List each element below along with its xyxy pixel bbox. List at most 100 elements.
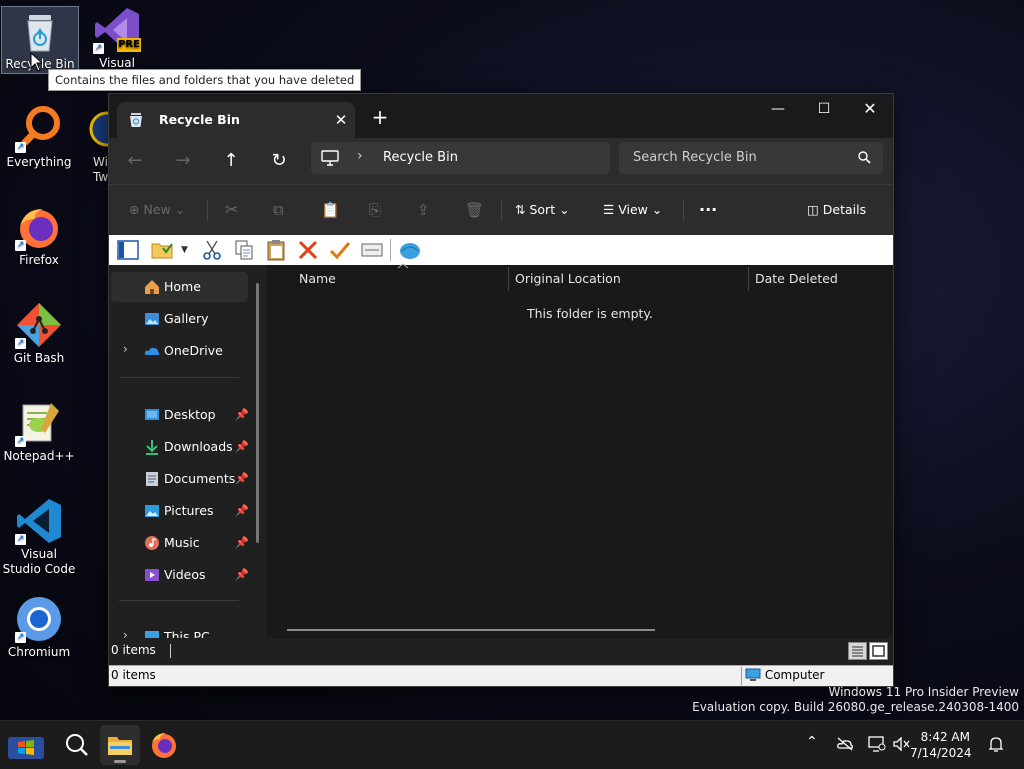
refresh-button[interactable]: ↻ xyxy=(263,146,295,176)
folder-check-icon[interactable] xyxy=(151,239,173,261)
onedrive-offline-icon[interactable] xyxy=(836,737,854,751)
address-bar[interactable]: › Recycle Bin xyxy=(311,142,610,174)
classic-toolbar: ▼ xyxy=(109,235,893,265)
rename-button[interactable]: ⎘ xyxy=(369,200,381,220)
network-icon[interactable] xyxy=(868,736,886,752)
sidebar-item-pictures[interactable]: Pictures 📌 xyxy=(111,496,249,526)
desktop-icon-notepad-plus-plus[interactable]: ↗ Notepad++ xyxy=(1,399,77,464)
classic-item-count: 0 items xyxy=(111,668,156,682)
file-list: Name Original Location Date Deleted This… xyxy=(267,263,893,663)
up-button[interactable]: ↑ xyxy=(215,146,247,176)
tab-title: Recycle Bin xyxy=(159,112,240,127)
dropdown-arrow-icon[interactable]: ▼ xyxy=(181,239,203,261)
more-options-button[interactable]: ··· xyxy=(699,200,717,220)
cut-button[interactable]: ✂ xyxy=(225,200,238,220)
pin-icon[interactable]: 📌 xyxy=(235,568,249,581)
gallery-icon xyxy=(145,313,159,325)
sidebar-item-label: Pictures xyxy=(164,503,214,518)
desktop-icon-label: Everything xyxy=(6,155,72,169)
scissors-icon[interactable] xyxy=(201,239,223,261)
search-taskbar-button[interactable] xyxy=(56,725,96,765)
sidebar-item-gallery[interactable]: Gallery xyxy=(111,304,248,334)
watermark-line: Evaluation copy. Build 26080.ge_release.… xyxy=(692,700,1019,714)
sort-button[interactable]: ⇅ Sort ⌄ xyxy=(515,200,570,220)
address-location[interactable]: Recycle Bin xyxy=(383,150,458,165)
sidebar-item-desktop[interactable]: Desktop 📌 xyxy=(111,400,249,430)
search-input[interactable]: Search Recycle Bin xyxy=(633,150,757,165)
videos-icon xyxy=(145,569,159,581)
copy-icon[interactable] xyxy=(233,239,255,261)
sidebar-item-downloads[interactable]: Downloads 📌 xyxy=(111,432,249,462)
title-bar[interactable]: Recycle Bin ✕ + — ☐ ✕ xyxy=(109,94,893,138)
notification-bell-icon[interactable] xyxy=(988,736,1004,753)
taskbar-firefox[interactable] xyxy=(144,725,184,765)
desktop-icon-label: Firefox xyxy=(19,253,59,267)
shell-icon[interactable] xyxy=(399,239,421,261)
checkmark-icon[interactable] xyxy=(329,239,351,261)
column-divider[interactable] xyxy=(508,267,509,291)
close-window-button[interactable]: ✕ xyxy=(847,94,893,124)
properties-icon[interactable] xyxy=(361,239,383,261)
search-icon xyxy=(66,734,88,756)
paste-icon[interactable] xyxy=(265,239,287,261)
pin-icon[interactable]: 📌 xyxy=(235,536,249,549)
search-box[interactable]: Search Recycle Bin xyxy=(619,142,883,174)
pin-icon[interactable]: 📌 xyxy=(235,408,249,421)
sort-indicator-icon xyxy=(397,263,409,269)
pin-icon[interactable]: 📌 xyxy=(235,472,249,485)
desktop-icon-hidden-app[interactable]: Wi Tw xyxy=(79,105,109,185)
desktop-icon-chromium[interactable]: ↗ Chromium xyxy=(1,595,77,660)
recycle-bin-tooltip: Contains the files and folders that you … xyxy=(48,69,362,91)
tab-recycle-bin[interactable]: Recycle Bin ✕ xyxy=(117,102,355,138)
delete-button[interactable]: 🗑 xyxy=(465,200,484,220)
sidebar-item-documents[interactable]: Documents 📌 xyxy=(111,464,249,494)
delete-x-icon[interactable] xyxy=(297,239,319,261)
sidebar-divider xyxy=(119,377,239,378)
chevron-right-icon[interactable]: › xyxy=(123,342,128,356)
column-header-original-location[interactable]: Original Location xyxy=(515,271,621,286)
sidebar-item-videos[interactable]: Videos 📌 xyxy=(111,560,249,590)
pictures-icon xyxy=(145,505,159,517)
new-button[interactable]: ⊕ New ⌄ xyxy=(129,200,185,220)
horizontal-scrollbar[interactable] xyxy=(287,629,655,631)
share-button[interactable]: ⇪ xyxy=(417,200,430,220)
column-header-date-deleted[interactable]: Date Deleted xyxy=(755,271,838,286)
details-view-icon[interactable] xyxy=(848,642,867,660)
system-clock[interactable]: 8:42 AM 7/14/2024 xyxy=(910,729,972,761)
minimize-button[interactable]: — xyxy=(755,94,801,124)
show-hidden-icons-button[interactable]: ⌃ xyxy=(806,734,818,750)
back-button[interactable]: ← xyxy=(119,146,151,176)
pin-icon[interactable]: 📌 xyxy=(235,504,249,517)
paste-button[interactable]: 📋 xyxy=(321,200,340,220)
sidebar-item-onedrive[interactable]: › OneDrive xyxy=(111,336,248,366)
sidebar-item-home[interactable]: Home xyxy=(111,272,248,302)
panel-toggle-icon[interactable] xyxy=(117,239,139,261)
view-button[interactable]: ☰ View ⌄ xyxy=(603,200,662,220)
sidebar-item-music[interactable]: Music 📌 xyxy=(111,528,249,558)
vscode-icon: ↗ xyxy=(15,497,63,545)
new-tab-button[interactable]: + xyxy=(369,106,391,128)
shortcut-arrow-icon: ↗ xyxy=(93,43,104,54)
desktop-icon-label: Visual Studio Code xyxy=(2,547,76,576)
copy-button[interactable]: ⧉ xyxy=(273,200,284,220)
taskbar-file-explorer[interactable] xyxy=(100,725,140,765)
desktop-icon-vscode[interactable]: ↗ Visual Studio Code xyxy=(1,497,77,577)
volume-muted-icon[interactable] xyxy=(893,737,911,751)
forward-button[interactable]: → xyxy=(167,146,199,176)
start-button[interactable] xyxy=(6,725,46,765)
desktop-icon-firefox[interactable]: ↗ Firefox xyxy=(1,203,77,268)
details-pane-button[interactable]: ◫ Details xyxy=(807,200,866,220)
search-icon xyxy=(858,151,871,164)
column-divider[interactable] xyxy=(748,267,749,291)
home-icon xyxy=(145,280,159,294)
maximize-button[interactable]: ☐ xyxy=(801,94,847,124)
desktop-icon-git-bash[interactable]: ↗ Git Bash xyxy=(1,301,77,366)
pin-icon[interactable]: 📌 xyxy=(235,440,249,453)
column-header-name[interactable]: Name xyxy=(299,271,336,286)
chevron-down-icon: ⌄ xyxy=(559,202,570,217)
git-bash-icon: ↗ xyxy=(15,301,63,349)
close-tab-button[interactable]: ✕ xyxy=(329,108,353,132)
sidebar-scrollbar[interactable] xyxy=(256,283,259,543)
large-icons-view-icon[interactable] xyxy=(869,642,888,660)
desktop-icon-everything[interactable]: ↗ Everything xyxy=(1,105,77,170)
